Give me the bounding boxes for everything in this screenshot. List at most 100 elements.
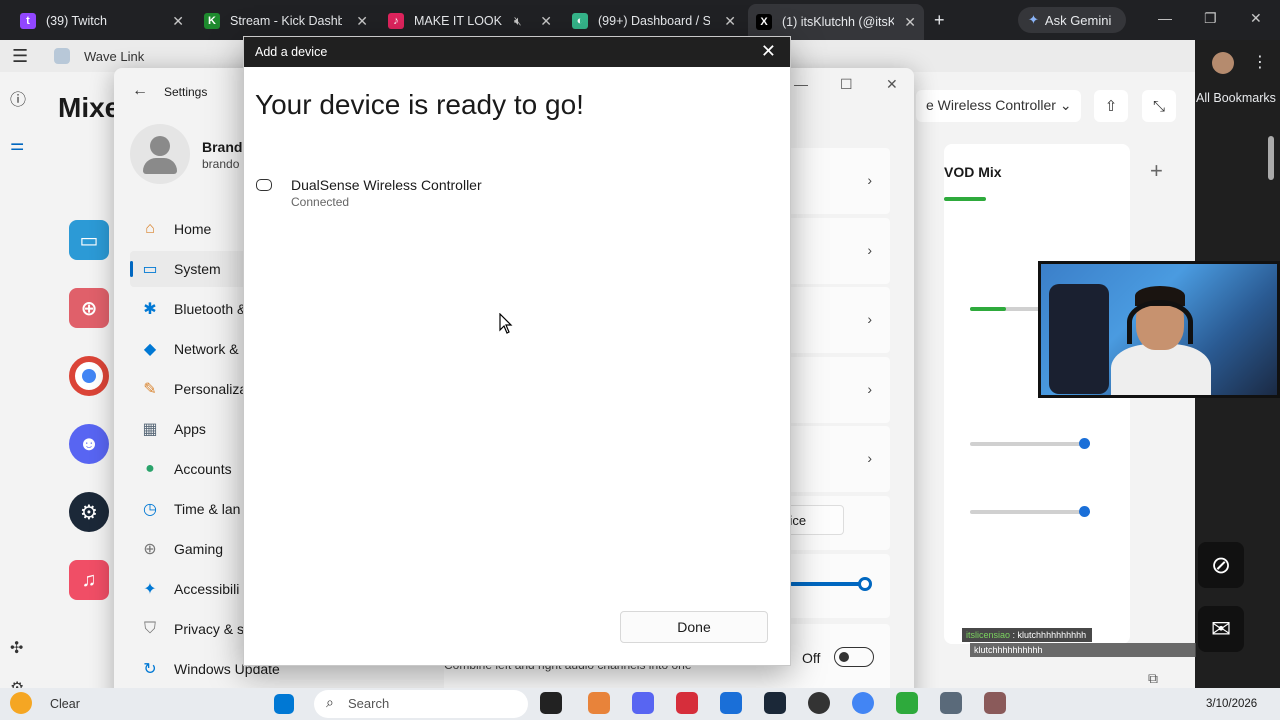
app-icon[interactable] xyxy=(984,692,1006,714)
minimize-icon[interactable]: — xyxy=(1158,10,1172,26)
plugins-icon[interactable]: ✣ xyxy=(10,638,23,658)
muted-speaker-icon[interactable]: 🔇︎ xyxy=(514,14,522,29)
all-bookmarks-link[interactable]: All Bookmarks xyxy=(1196,91,1276,105)
nav-label: Time & lan xyxy=(174,501,241,517)
nav-label: Privacy & s xyxy=(174,621,245,637)
info-icon[interactable]: ⓘ xyxy=(10,86,26,110)
webcam-overlay xyxy=(1038,261,1280,398)
weather-icon xyxy=(10,692,32,714)
home-icon: ⌂ xyxy=(145,220,155,237)
tab-label: (1) itsKlutchh (@itsKl xyxy=(782,15,894,29)
app-icon[interactable] xyxy=(676,692,698,714)
profile-avatar[interactable] xyxy=(1212,52,1234,74)
close-icon[interactable]: ✕ xyxy=(904,14,916,31)
apple-music-icon[interactable]: ♫ xyxy=(69,560,109,600)
search-icon: ⌕ xyxy=(326,694,334,710)
new-tab-button[interactable]: + xyxy=(934,10,945,31)
mixer-heading: Mixe xyxy=(58,92,121,123)
close-window-icon[interactable]: ✕ xyxy=(1250,10,1262,27)
app-icon[interactable] xyxy=(588,692,610,714)
close-icon[interactable]: ✕ xyxy=(356,13,368,30)
nav-privacy[interactable]: ⛉ Privacy & s xyxy=(130,611,250,647)
mail-icon[interactable]: ✉ xyxy=(1198,606,1244,652)
back-arrow-icon[interactable]: ← xyxy=(132,82,148,100)
start-icon[interactable] xyxy=(274,694,294,714)
mouse-cursor-icon xyxy=(499,313,513,334)
tab-label: (99+) Dashboard / St xyxy=(598,14,710,28)
nav-label: Accessibili xyxy=(174,581,240,597)
chrome-icon[interactable] xyxy=(852,692,874,714)
tab-twitch[interactable]: t (39) Twitch ✕ xyxy=(12,6,192,36)
taskbar-search[interactable]: ⌕ Search xyxy=(314,690,528,718)
close-icon[interactable]: ✕ xyxy=(724,13,736,30)
update-icon: ↻ xyxy=(143,661,157,678)
tab-kick[interactable]: K Stream - Kick Dashbo ✕ xyxy=(196,6,376,36)
volume-slider-knob[interactable] xyxy=(858,577,872,591)
steam-icon[interactable]: ⚙ xyxy=(69,492,109,532)
tab-x[interactable]: X (1) itsKlutchh (@itsKl ✕ xyxy=(748,4,924,40)
mono-audio-state: Off xyxy=(802,650,821,666)
nav-apps[interactable]: ▦ Apps xyxy=(130,411,250,447)
add-mix-icon[interactable]: + xyxy=(1150,158,1163,184)
gamepad-app-icon[interactable]: ⊕ xyxy=(69,288,109,328)
output-device-select[interactable]: e Wireless Controller ⌄ xyxy=(916,90,1081,122)
mono-audio-toggle[interactable] xyxy=(834,647,874,667)
vod-mix-label: VOD Mix xyxy=(944,164,1002,180)
nav-gaming[interactable]: ⊕ Gaming xyxy=(130,531,250,567)
mixer-sliders-icon[interactable]: ⚌ xyxy=(10,135,24,155)
chrome-icon[interactable] xyxy=(69,356,109,396)
nav-network[interactable]: ◆ Network & xyxy=(130,331,250,367)
layers-icon[interactable]: ⧉ xyxy=(1148,670,1158,687)
shield-icon: ⛉ xyxy=(143,620,156,637)
collapse-icon[interactable]: ⤡ xyxy=(1142,90,1176,122)
nav-accounts[interactable]: ● Accounts xyxy=(130,451,250,487)
device-status: Connected xyxy=(291,195,350,209)
slash-circle-icon[interactable]: ⊘ xyxy=(1198,542,1244,588)
app-icon[interactable] xyxy=(808,692,830,714)
nav-personalization[interactable]: ✎ Personaliza xyxy=(130,371,250,407)
nav-bluetooth[interactable]: ✱ Bluetooth & xyxy=(130,291,250,327)
volume-track[interactable] xyxy=(970,442,1090,446)
nav-system[interactable]: ▭ System xyxy=(130,251,250,287)
add-device-dialog: Add a device ✕ Your device is ready to g… xyxy=(243,36,791,666)
more-menu-icon[interactable]: ⋮ xyxy=(1252,52,1268,72)
close-icon[interactable]: ✕ xyxy=(886,76,898,93)
discord-icon[interactable] xyxy=(632,692,654,714)
ask-gemini-button[interactable]: ✦ Ask Gemini xyxy=(1018,7,1126,33)
close-icon[interactable]: ✕ xyxy=(540,13,552,30)
share-icon[interactable]: ⇧ xyxy=(1094,90,1128,122)
tab-dashboard[interactable]: ◐ (99+) Dashboard / St ✕ xyxy=(564,6,744,36)
volume-slider-knob[interactable] xyxy=(1079,438,1090,449)
volume-track[interactable] xyxy=(970,510,1090,514)
done-button[interactable]: Done xyxy=(620,611,768,643)
monitor-app-icon[interactable]: ▭ xyxy=(69,220,109,260)
clock-icon: ◷ xyxy=(143,501,157,518)
tab-music[interactable]: ♪ MAKE IT LOOK PL 🔇︎ ✕ xyxy=(380,6,560,36)
nav-label: Home xyxy=(174,221,212,237)
app-icon[interactable] xyxy=(896,692,918,714)
hamburger-menu-icon[interactable]: ☰ xyxy=(12,46,28,67)
nav-home[interactable]: ⌂ Home xyxy=(130,211,250,247)
weather-label[interactable]: Clear xyxy=(50,697,80,711)
dialog-heading: Your device is ready to go! xyxy=(255,89,584,120)
close-icon[interactable]: ✕ xyxy=(761,41,776,62)
nav-time-language[interactable]: ◷ Time & lan xyxy=(130,491,250,527)
nav-accessibility[interactable]: ✦ Accessibili xyxy=(130,571,250,607)
settings-icon[interactable] xyxy=(940,692,962,714)
steam-icon[interactable] xyxy=(764,692,786,714)
restore-icon[interactable]: ❐ xyxy=(1204,10,1217,27)
apps-icon: ▦ xyxy=(142,421,158,438)
nav-label: Apps xyxy=(174,421,206,437)
volume-slider-knob[interactable] xyxy=(1079,506,1090,517)
task-view-icon[interactable] xyxy=(540,692,562,714)
chevron-right-icon: › xyxy=(867,311,872,327)
chevron-right-icon: › xyxy=(867,172,872,188)
maximize-icon[interactable]: ☐ xyxy=(840,76,853,93)
chevron-right-icon: › xyxy=(867,242,872,258)
store-icon[interactable] xyxy=(720,692,742,714)
minimize-icon[interactable]: — xyxy=(794,76,808,92)
close-icon[interactable]: ✕ xyxy=(172,13,184,30)
discord-icon[interactable]: ☻ xyxy=(69,424,109,464)
chevron-right-icon: › xyxy=(867,381,872,397)
nav-label: Personaliza xyxy=(174,381,248,397)
